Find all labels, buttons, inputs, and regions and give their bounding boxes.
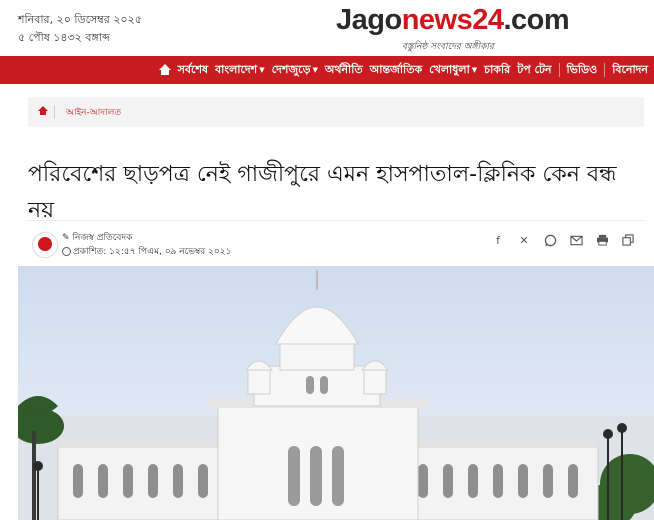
nav-divider: [558, 63, 560, 77]
divider: [28, 220, 644, 221]
date-gregorian: শনিবার, ২০ ডিসেম্বর ২০২৫: [18, 13, 142, 26]
nav-item-bangladesh[interactable]: বাংলাদেশ ▼: [215, 61, 265, 80]
nav-item-sports[interactable]: খেলাধুলা ▼: [429, 61, 477, 80]
whatsapp-icon[interactable]: [540, 230, 560, 250]
article-published-time: প্রকাশিত: ১২:৫৭ পিএম, ০৯ নভেম্বর ২০২১: [62, 244, 231, 259]
clock-icon: [62, 247, 71, 256]
share-bar: f ✕: [488, 230, 638, 250]
breadcrumb-category[interactable]: আইন-আদালত: [66, 105, 121, 120]
nav-item-countrywide[interactable]: দেশজুড়ে ▼: [272, 61, 318, 80]
logo-tagline: বস্তুনিষ্ঠ সংবাদের অঙ্গীকার: [402, 42, 494, 52]
logo-wordmark: Jagonews24.com: [336, 4, 570, 36]
copy-icon[interactable]: [618, 230, 638, 250]
article-hero-image: [18, 266, 654, 520]
nav-item-economy[interactable]: অর্থনীতি: [325, 61, 363, 80]
nav-item-jobs[interactable]: চাকরি: [484, 61, 510, 80]
article-author[interactable]: ✎ নিজস্ব প্রতিবেদক: [62, 230, 132, 245]
site-header: শনিবার, ২০ ডিসেম্বর ২০২৫ ৫ পৌষ ১৪৩২ বঙ্গ…: [0, 0, 654, 56]
nav-item-entertainment[interactable]: বিনোদন: [612, 61, 648, 80]
date-bangla: ৫ পৌষ ১৪৩২ বঙ্গাব্দ: [18, 31, 110, 44]
facebook-icon[interactable]: f: [488, 230, 508, 250]
chevron-down-icon: ▼: [471, 66, 478, 74]
author-avatar: [32, 232, 58, 258]
logo-pin-icon: [38, 237, 52, 251]
breadcrumb: আইন-আদালত: [28, 97, 644, 127]
chevron-down-icon: ▼: [312, 66, 318, 74]
x-icon[interactable]: ✕: [514, 230, 534, 250]
home-icon[interactable]: [38, 106, 48, 116]
chevron-down-icon: ▼: [259, 66, 265, 74]
nav-item-video[interactable]: ভিডিও: [567, 61, 598, 80]
main-navigation: সর্বশেষ বাংলাদেশ ▼ দেশজুড়ে ▼ অর্থনীতি আন্…: [0, 56, 654, 84]
breadcrumb-divider: [54, 105, 55, 119]
nav-item-international[interactable]: আন্তর্জাতিক: [370, 61, 423, 80]
home-icon[interactable]: [158, 64, 171, 76]
email-icon[interactable]: [566, 230, 586, 250]
nav-divider: [604, 63, 606, 77]
pencil-icon: ✎: [62, 233, 70, 243]
nav-item-latest[interactable]: সর্বশেষ: [178, 61, 208, 80]
print-icon[interactable]: [592, 230, 612, 250]
site-logo[interactable]: Jagonews24.com বস্তুনিষ্ঠ সংবাদের অঙ্গীক…: [336, 4, 570, 54]
nav-item-top-ten[interactable]: টপ টেন: [517, 61, 551, 80]
article-headline: পরিবেশের ছাড়পত্র নেই গাজীপুরে এমন হাসপা…: [28, 161, 617, 223]
